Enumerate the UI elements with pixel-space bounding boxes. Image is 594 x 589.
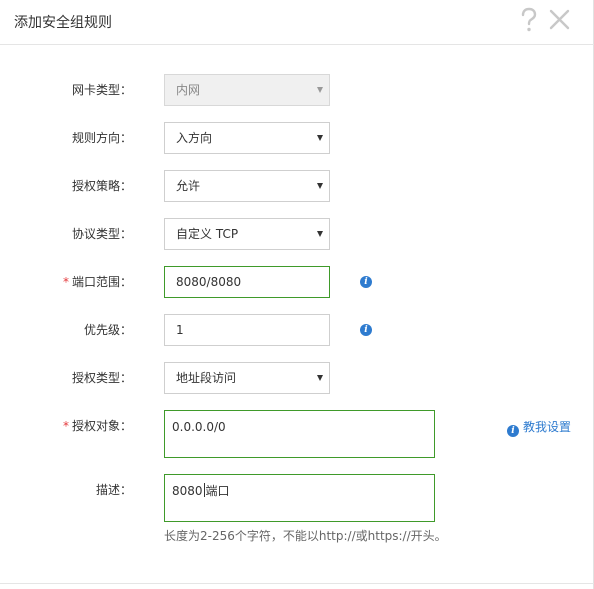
description-hint: 长度为2-256个字符，不能以http://或https://开头。 — [164, 529, 447, 543]
port-range-label: 端口范围： — [71, 275, 132, 289]
description-label: 描述： — [95, 483, 132, 497]
policy-label: 授权策略： — [71, 179, 132, 193]
port-range-input[interactable]: 8080/8080 — [164, 266, 330, 298]
info-icon[interactable]: i — [360, 324, 372, 336]
required-mark: * — [62, 419, 69, 433]
chevron-down-icon — [317, 375, 323, 381]
help-icon[interactable] — [516, 6, 542, 34]
teach-me-link-label: 教我设置 — [523, 420, 572, 434]
direction-label: 规则方向： — [71, 131, 132, 145]
auth-type-select[interactable]: 地址段访问 — [164, 362, 330, 394]
required-mark: * — [62, 275, 69, 289]
nic-type-select: 内网 — [164, 74, 330, 106]
priority-label: 优先级： — [83, 323, 132, 337]
direction-value: 入方向 — [176, 131, 213, 145]
info-icon[interactable]: i — [360, 276, 372, 288]
direction-select[interactable]: 入方向 — [164, 122, 330, 154]
dialog-header: 添加安全组规则 — [0, 0, 594, 45]
priority-input[interactable]: 1 — [164, 314, 330, 346]
chevron-down-icon — [317, 183, 323, 189]
description-text-after-cursor: 端口 — [205, 484, 230, 498]
add-security-group-rule-dialog: 添加安全组规则 网卡类型： 内网 规则方向： 入方向 授权策略： 允许 协议类型… — [0, 0, 594, 589]
port-range-label-wrap: * 端口范围： — [0, 274, 132, 290]
protocol-label: 协议类型： — [71, 227, 132, 241]
auth-object-textarea[interactable]: 0.0.0.0/0 — [164, 410, 435, 458]
auth-object-label-wrap: * 授权对象： — [0, 418, 132, 434]
chevron-down-icon — [317, 87, 323, 93]
text-cursor — [203, 483, 205, 497]
close-icon[interactable] — [547, 6, 573, 34]
chevron-down-icon — [317, 231, 323, 237]
policy-select[interactable]: 允许 — [164, 170, 330, 202]
protocol-select[interactable]: 自定义 TCP — [164, 218, 330, 250]
info-icon: i — [507, 425, 519, 437]
chevron-down-icon — [317, 135, 323, 141]
nic-type-label: 网卡类型： — [71, 83, 132, 97]
auth-object-label: 授权对象： — [71, 419, 132, 433]
footer-divider — [0, 583, 594, 584]
dialog-title: 添加安全组规则 — [14, 15, 112, 31]
protocol-value: 自定义 TCP — [176, 227, 239, 241]
auth-type-label: 授权类型： — [71, 371, 132, 385]
nic-type-value: 内网 — [176, 83, 201, 97]
policy-value: 允许 — [176, 179, 201, 193]
teach-me-link[interactable]: i 教我设置 — [507, 418, 571, 437]
description-textarea[interactable]: 8080 端口 — [164, 474, 435, 522]
description-text-before-cursor: 8080 — [172, 484, 203, 498]
auth-type-value: 地址段访问 — [176, 371, 237, 385]
